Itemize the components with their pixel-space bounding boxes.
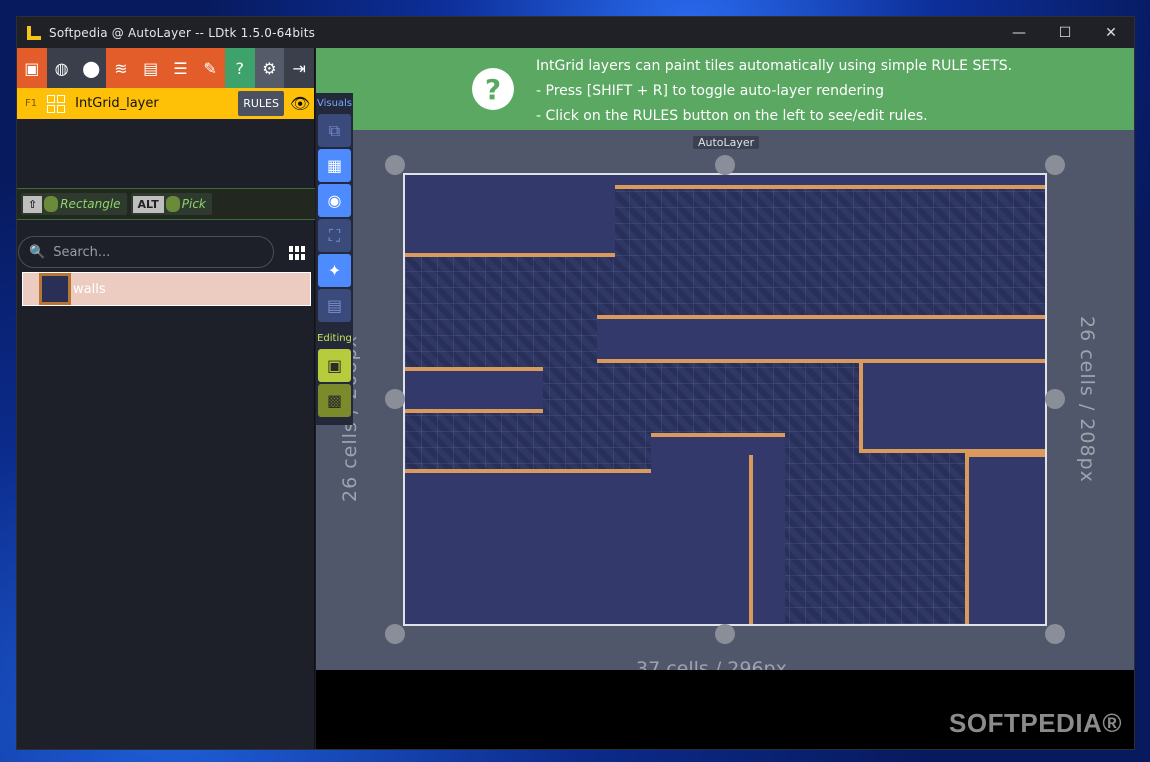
title-bar: Softpedia @ AutoLayer -- LDtk 1.5.0-64bi… [17, 17, 1134, 48]
softpedia-watermark: SOFTPEDIA® [949, 708, 1122, 738]
enums-icon: ☰ [173, 58, 188, 78]
hint-pick: ALT Pick [130, 193, 212, 215]
visuals-label: Visuals [316, 98, 353, 109]
texture-icon: ▩ [326, 391, 343, 410]
entities-icon: ▤ [143, 58, 159, 78]
editing-label: Editing [317, 333, 352, 344]
levels-button[interactable]: ⬤ [76, 48, 107, 88]
rect-select-button[interactable]: ▣ [318, 349, 351, 382]
pit [749, 455, 965, 624]
resize-handle-mr[interactable] [1045, 389, 1065, 409]
resize-handle-bc[interactable] [715, 624, 735, 644]
resize-handle-br[interactable] [1045, 624, 1065, 644]
auto-layer-render-button[interactable]: ✦ [318, 254, 351, 287]
terrain-left-ledge [405, 367, 543, 413]
layers-stack-icon: ⧉ [328, 120, 341, 140]
resize-handle-bl[interactable] [385, 624, 405, 644]
terrain-mid-platform [597, 315, 1045, 363]
mouse-icon [165, 196, 180, 212]
exit-icon: ⇥ [292, 58, 306, 78]
level-name: AutoLayer [693, 136, 760, 149]
entities-button[interactable]: ▤ [135, 48, 166, 88]
world-icon: ◍ [54, 58, 69, 78]
banner-line-1: IntGrid layers can paint tiles automatic… [536, 58, 1013, 74]
level-canvas[interactable] [403, 173, 1047, 626]
grid-icon: ▦ [326, 156, 343, 175]
layer-name: IntGrid_layer [75, 96, 159, 111]
ruleset-thumbnail [39, 273, 71, 305]
exit-button[interactable]: ⇥ [284, 48, 315, 88]
grid-toggle-button[interactable]: ▦ [318, 149, 351, 182]
resize-handle-ml[interactable] [385, 389, 405, 409]
terrain-top-step [405, 185, 615, 257]
bottom-area: SOFTPEDIA® [316, 670, 1134, 749]
window-title: Softpedia @ AutoLayer -- LDtk 1.5.0-64bi… [49, 25, 316, 40]
main-area: ? IntGrid layers can paint tiles automat… [316, 48, 1134, 749]
minimize-button[interactable]: — [996, 17, 1042, 48]
close-button[interactable]: ✕ [1088, 17, 1134, 48]
tool-strip: Visuals ⧉ ▦ ◉ ⛶ ✦ ▤ Editing ▣ ▩ [316, 93, 353, 425]
search-icon: 🔍 [29, 244, 46, 260]
window-controls: — ☐ ✕ [996, 17, 1134, 48]
banner-text: IntGrid layers can paint tiles automatic… [536, 54, 1012, 129]
focus-button[interactable]: ⛶ [318, 219, 351, 252]
app-window: Softpedia @ AutoLayer -- LDtk 1.5.0-64bi… [16, 16, 1135, 750]
search-box: 🔍 [18, 236, 274, 268]
level-viewport[interactable]: AutoLayer 26 cells / 208px 26 cells / 20… [316, 130, 1134, 670]
map-pin-icon: ⬤ [82, 58, 101, 78]
brush-icon: ✎ [203, 58, 217, 78]
banner-line-2: - Press [SHIFT + R] to toggle auto-layer… [536, 83, 884, 99]
left-panel: ▣ ◍ ⬤ ≋ ▤ ☰ ✎ ? ⚙ ⇥ F1 IntGrid_layer RUL… [17, 48, 315, 749]
ldtk-logo-icon [27, 25, 41, 40]
height-label-right: 26 cells / 208px [1076, 316, 1098, 483]
hint-rectangle: ⇧ Rectangle [21, 193, 127, 215]
width-label: 37 cells / 296px [636, 658, 787, 670]
resize-handle-tr[interactable] [1045, 155, 1065, 175]
single-layer-mode-button[interactable]: ⧉ [318, 114, 351, 147]
sparkle-icon: ✦ [327, 261, 342, 280]
shift-key: ⇧ [23, 195, 43, 213]
resize-handle-tc[interactable] [715, 155, 735, 175]
layers-icon: ≋ [114, 58, 128, 78]
layer-item-intgrid[interactable]: F1 IntGrid_layer RULES 👁 [17, 88, 314, 119]
grid-view-icon[interactable] [289, 246, 305, 260]
terrain-right-column [859, 363, 1045, 453]
project-settings-icon: ▣ [24, 58, 40, 78]
intgrid-layer-icon [47, 94, 66, 113]
visibility-eye-icon[interactable]: 👁 [290, 94, 310, 114]
shortcut-hints: ⇧ Rectangle ALT Pick [17, 188, 315, 220]
info-banner: ? IntGrid layers can paint tiles automat… [316, 48, 1134, 130]
question-icon: ? [472, 68, 514, 110]
pattern-icon: ▤ [326, 296, 343, 315]
hint-label: Rectangle [60, 197, 121, 211]
banner-line-3: - Click on the RULES button on the left … [536, 108, 928, 124]
gear-icon: ⚙ [262, 58, 277, 78]
texture-edit-button[interactable]: ▩ [318, 384, 351, 417]
tilesets-button[interactable]: ✎ [195, 48, 225, 88]
ruleset-label: walls [73, 281, 106, 297]
rules-button[interactable]: RULES [238, 91, 284, 116]
search-input[interactable] [53, 244, 254, 260]
select-icon: ▣ [326, 356, 343, 375]
mouse-icon [44, 196, 59, 212]
layer-shortcut: F1 [25, 98, 38, 109]
visibility-toggle-button[interactable]: ◉ [318, 184, 351, 217]
world-button[interactable]: ◍ [46, 48, 77, 88]
hint-label: Pick [181, 197, 206, 211]
layers-button[interactable]: ≋ [106, 48, 136, 88]
resize-handle-tl[interactable] [385, 155, 405, 175]
maximize-button[interactable]: ☐ [1042, 17, 1088, 48]
alt-key: ALT [132, 195, 164, 213]
project-settings-button[interactable]: ▣ [17, 48, 47, 88]
ruleset-item[interactable]: walls [22, 272, 311, 306]
enums-button[interactable]: ☰ [165, 48, 196, 88]
focus-icon: ⛶ [328, 225, 341, 245]
terrain-right-ground [965, 453, 1045, 624]
pattern-button[interactable]: ▤ [318, 289, 351, 322]
main-toolbar: ▣ ◍ ⬤ ≋ ▤ ☰ ✎ ? ⚙ ⇥ [17, 48, 315, 88]
settings-button[interactable]: ⚙ [254, 48, 285, 88]
eye-icon: ◉ [327, 191, 342, 210]
help-icon: ? [235, 58, 245, 78]
help-button[interactable]: ? [224, 48, 255, 88]
